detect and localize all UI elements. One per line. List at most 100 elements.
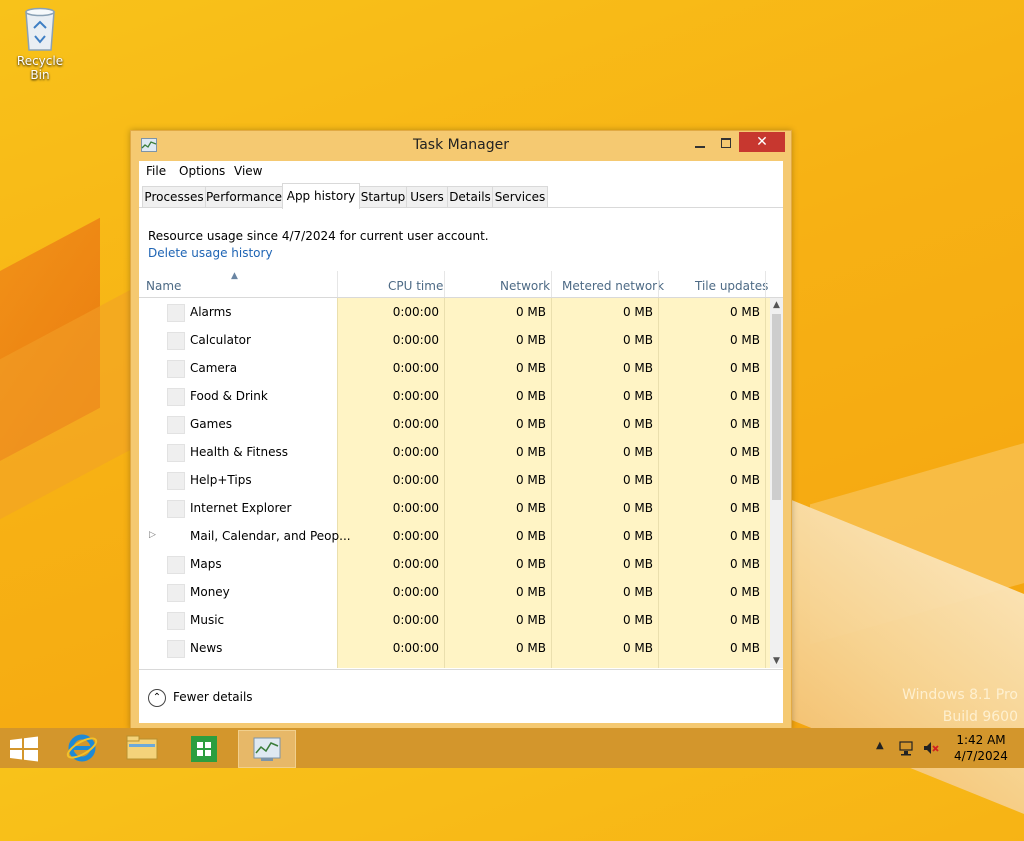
table-row[interactable]: Calculator 0:00:00 0 MB 0 MB 0 MB xyxy=(139,326,770,354)
tab-services[interactable]: Services xyxy=(492,186,548,207)
tile-cell: 0 MB xyxy=(729,389,760,403)
cpu-cell: 0:00:00 xyxy=(392,417,439,431)
app-name-cell: Camera xyxy=(190,361,238,375)
network-icon[interactable] xyxy=(898,740,916,756)
app-tile-icon xyxy=(167,416,185,434)
table-row[interactable]: Maps 0:00:00 0 MB 0 MB 0 MB xyxy=(139,550,770,578)
scroll-up-icon[interactable]: ▲ xyxy=(770,298,783,312)
vertical-scrollbar[interactable]: ▲ ▼ xyxy=(770,298,783,668)
cpu-cell: 0:00:00 xyxy=(392,529,439,543)
metered-cell: 0 MB xyxy=(622,557,653,571)
menu-view[interactable]: View xyxy=(234,164,262,178)
app-tile-icon xyxy=(167,472,185,490)
cpu-cell: 0:00:00 xyxy=(392,641,439,655)
network-cell: 0 MB xyxy=(515,557,546,571)
tile-cell: 0 MB xyxy=(729,613,760,627)
app-name-cell: Mail, Calendar, and Peop... xyxy=(190,529,351,543)
internet-explorer-icon xyxy=(66,734,98,762)
volume-muted-icon[interactable] xyxy=(922,740,940,756)
cpu-cell: 0:00:00 xyxy=(392,445,439,459)
app-name-cell: Money xyxy=(190,585,230,599)
metered-cell: 0 MB xyxy=(622,473,653,487)
network-cell: 0 MB xyxy=(515,333,546,347)
sort-ascending-icon: ▲ xyxy=(231,271,238,281)
taskbar-task-manager[interactable] xyxy=(238,730,296,768)
network-cell: 0 MB xyxy=(515,613,546,627)
tab-startup[interactable]: Startup xyxy=(359,186,407,207)
title-bar[interactable]: Task Manager ✕ xyxy=(131,131,791,161)
column-divider[interactable] xyxy=(337,271,338,297)
metered-cell: 0 MB xyxy=(622,641,653,655)
table-row[interactable]: Food & Drink 0:00:00 0 MB 0 MB 0 MB xyxy=(139,382,770,410)
tile-cell: 0 MB xyxy=(729,417,760,431)
table-row[interactable]: ▷OneDrive (2)0:00:000 MB0 MB0 MB xyxy=(139,662,770,668)
metered-cell: 0 MB xyxy=(622,333,653,347)
network-cell: 0 MB xyxy=(515,641,546,655)
metered-cell: 0 MB xyxy=(622,529,653,543)
menu-options[interactable]: Options xyxy=(179,164,225,178)
table-row[interactable]: News 0:00:00 0 MB 0 MB 0 MB xyxy=(139,634,770,662)
chevron-up-icon[interactable]: ⌃ xyxy=(148,689,166,707)
scrollbar-thumb[interactable] xyxy=(772,314,781,500)
table-row[interactable]: Health & Fitness 0:00:00 0 MB 0 MB 0 MB xyxy=(139,438,770,466)
table-row[interactable]: ▷ Mail, Calendar, and Peop... 0:00:00 0 MB 0… xyxy=(139,522,770,550)
watermark-build: Build 9600 xyxy=(942,709,1018,725)
expand-arrow-icon[interactable]: ▷ xyxy=(149,530,156,540)
close-button[interactable]: ✕ xyxy=(739,132,785,152)
minimize-button[interactable] xyxy=(687,133,713,155)
column-header-tile-updates[interactable]: Tile updates xyxy=(695,279,768,293)
footer-bar: ⌃ Fewer details xyxy=(139,669,783,724)
table-row[interactable]: Camera 0:00:00 0 MB 0 MB 0 MB xyxy=(139,354,770,382)
watermark-edition: Windows 8.1 Pro xyxy=(902,687,1018,703)
table-row[interactable]: Help+Tips 0:00:00 0 MB 0 MB 0 MB xyxy=(139,466,770,494)
start-icon[interactable] xyxy=(8,736,40,762)
app-name-cell: Internet Explorer xyxy=(190,501,292,515)
tile-cell: 0 MB xyxy=(729,529,760,543)
app-tile-icon xyxy=(167,332,185,350)
network-cell: 0 MB xyxy=(515,445,546,459)
cpu-cell: 0:00:00 xyxy=(392,389,439,403)
column-header-network[interactable]: Network xyxy=(500,279,550,293)
column-header-name[interactable]: Name xyxy=(146,279,181,293)
taskbar: ▲ 1:42 AM 4/7/2024 xyxy=(0,728,1024,768)
recycle-bin-shortcut[interactable]: Recycle Bin xyxy=(6,6,74,82)
tab-users[interactable]: Users xyxy=(406,186,448,207)
tab-details[interactable]: Details xyxy=(447,186,493,207)
scroll-down-icon[interactable]: ▼ xyxy=(770,654,783,668)
taskbar-file-explorer[interactable] xyxy=(114,730,170,766)
store-icon xyxy=(191,736,217,762)
delete-usage-history-link[interactable]: Delete usage history xyxy=(148,246,273,260)
table-row[interactable]: Internet Explorer 0:00:00 0 MB 0 MB 0 MB xyxy=(139,494,770,522)
tab-performance[interactable]: Performance xyxy=(205,186,283,207)
column-header-metered-network[interactable]: Metered network xyxy=(562,279,664,293)
cpu-cell: 0:00:00 xyxy=(392,473,439,487)
taskbar-internet-explorer[interactable] xyxy=(54,730,110,766)
column-divider[interactable] xyxy=(658,271,659,297)
app-tile-icon xyxy=(167,640,185,658)
column-divider[interactable] xyxy=(444,271,445,297)
metered-cell: 0 MB xyxy=(622,501,653,515)
tile-cell: 0 MB xyxy=(729,445,760,459)
show-hidden-icons-icon[interactable]: ▲ xyxy=(876,740,884,751)
maximize-button[interactable] xyxy=(713,133,739,155)
column-header-cpu-time[interactable]: CPU time xyxy=(388,279,443,293)
fewer-details-button[interactable]: Fewer details xyxy=(173,690,253,704)
app-tile-icon xyxy=(167,304,185,322)
app-history-table: Alarms 0:00:00 0 MB 0 MB 0 MB Calculator 0:00:… xyxy=(139,298,770,668)
system-clock[interactable]: 1:42 AM 4/7/2024 xyxy=(950,732,1012,764)
tab-processes[interactable]: Processes xyxy=(142,186,206,207)
column-divider[interactable] xyxy=(551,271,552,297)
app-name-cell: Maps xyxy=(190,557,222,571)
taskbar-store[interactable] xyxy=(176,730,232,766)
close-icon: ✕ xyxy=(756,134,768,150)
menu-file[interactable]: File xyxy=(146,164,166,178)
table-row[interactable]: Alarms 0:00:00 0 MB 0 MB 0 MB xyxy=(139,298,770,326)
table-row[interactable]: Games 0:00:00 0 MB 0 MB 0 MB xyxy=(139,410,770,438)
menu-bar: File Options View xyxy=(139,161,783,181)
tab-app-history[interactable]: App history xyxy=(282,183,360,209)
table-row[interactable]: Music 0:00:00 0 MB 0 MB 0 MB xyxy=(139,606,770,634)
table-row[interactable]: Money 0:00:00 0 MB 0 MB 0 MB xyxy=(139,578,770,606)
metered-cell: 0 MB xyxy=(622,613,653,627)
app-name-cell: News xyxy=(190,641,223,655)
column-divider[interactable] xyxy=(765,271,766,297)
